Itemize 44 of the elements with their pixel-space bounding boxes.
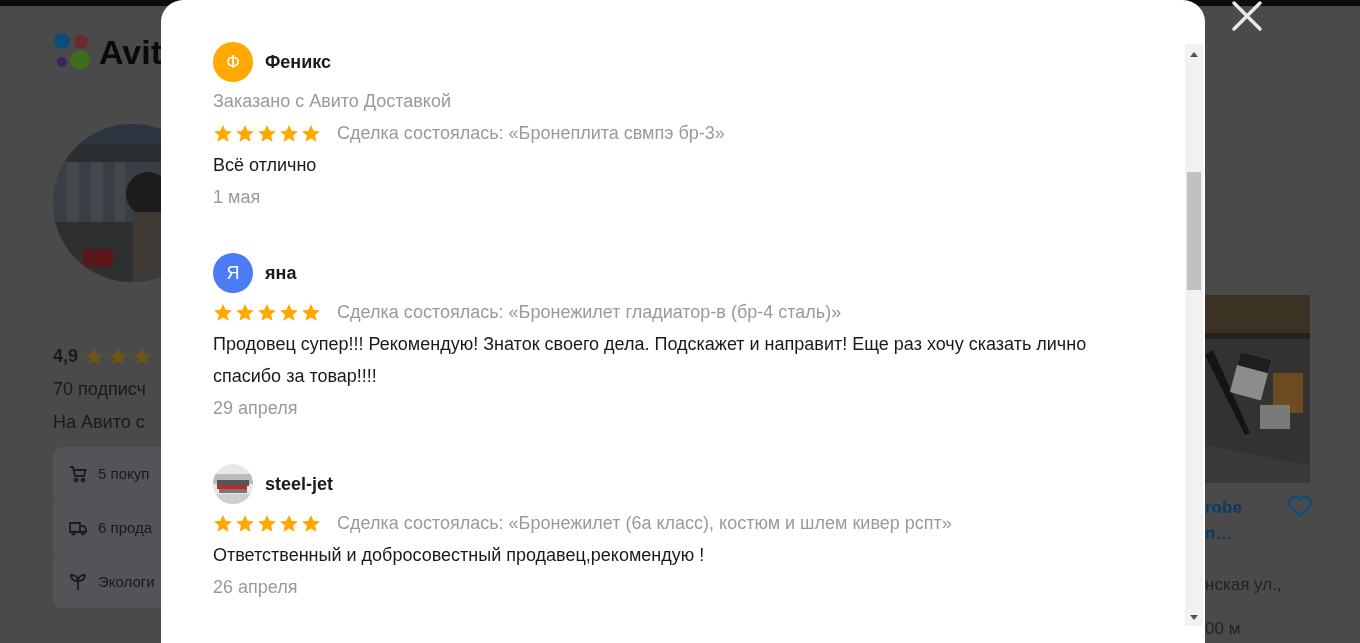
star-icon [301,513,321,533]
star-icon [235,513,255,533]
logo-icon [53,32,93,72]
star-icon [235,302,255,322]
review-date: 1 мая [213,186,262,209]
review-date: 26 апреля [213,576,299,599]
cart-icon [68,463,88,484]
star-icon [257,123,277,143]
author-name[interactable]: яна [265,262,297,284]
star-icon [213,513,233,533]
star-icon [213,123,233,143]
review-date: 29 апреля [213,397,299,420]
star-icon [257,302,277,322]
star-icon [301,123,321,143]
star-icon [108,347,129,366]
star-icon [132,347,153,366]
star-icon [279,302,299,322]
review-text: Ответственный и добросовестный продавец,рекомендую ! [213,544,706,567]
stat-label: 5 покуп [98,465,150,482]
deal-info: Сделка состоялась: «Бронежилет (6а класс), костюм и шлем кивер рспт» [337,512,952,535]
star-icon [235,123,255,143]
author-name[interactable]: Феникс [265,51,332,73]
star-icon [257,513,277,533]
deal-info: Сделка состоялась: «Бронеплита свмпэ бр-3» [337,122,725,145]
review-text: Всё отлично [213,154,318,177]
star-icon [301,302,321,322]
scroll-up-icon[interactable] [1190,52,1198,57]
sprout-icon [68,571,88,592]
stat-label: 6 прода [98,519,153,536]
review-text: Продовец супер!!! Рекомендую! Знаток своего дела. Подскажет и направит! Еще раз хочу сказать лично спасибо за товар!!!! [213,333,1088,388]
scrollbar[interactable] [1185,44,1203,626]
delivery-note: Заказано с Авито Доставкой [213,90,453,113]
deal-info: Сделка состоялась: «Бронежилет гладиатор-в (бр-4 сталь)» [337,301,842,324]
star-icon [279,123,299,143]
author-name[interactable]: steel-jet [265,473,334,495]
stat-label: Экологи [98,573,155,590]
scroll-down-icon[interactable] [1190,615,1198,620]
avatar-letter: Ф [213,42,253,82]
star-icon [213,302,233,322]
close-icon[interactable] [1231,0,1263,32]
avatar-letter: Я [213,253,253,293]
star-icon [279,513,299,533]
scrollbar-thumb[interactable] [1187,172,1201,290]
star-icon [84,347,105,366]
